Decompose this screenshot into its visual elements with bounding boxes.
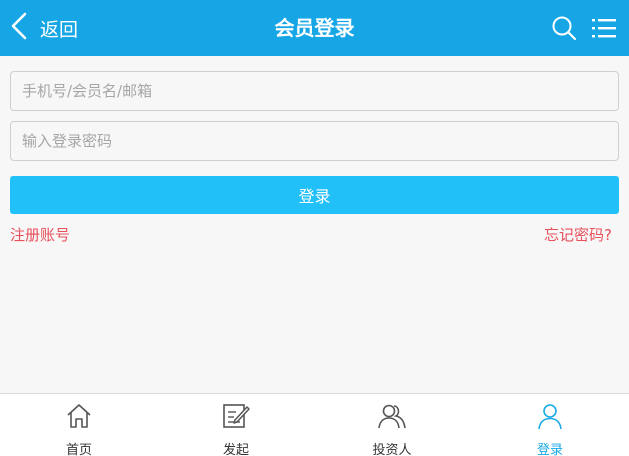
search-icon bbox=[551, 15, 577, 41]
account-input[interactable] bbox=[10, 71, 619, 111]
chevron-left-icon bbox=[8, 11, 30, 45]
tab-home[interactable]: 首页 bbox=[19, 394, 139, 456]
edit-icon bbox=[221, 394, 251, 435]
top-header: 返回 会员登录 bbox=[0, 0, 629, 56]
tab-label: 首页 bbox=[65, 443, 92, 456]
home-icon bbox=[64, 394, 94, 435]
forgot-password-link[interactable]: 忘记密码? bbox=[544, 224, 612, 245]
tab-create[interactable]: 发起 bbox=[176, 394, 296, 456]
bottom-tabbar: 首页 发起 投资人 登录 bbox=[0, 393, 629, 456]
page-title: 会员登录 bbox=[274, 16, 355, 40]
register-link[interactable]: 注册账号 bbox=[10, 224, 70, 245]
menu-button[interactable] bbox=[591, 15, 617, 41]
users-icon bbox=[377, 394, 407, 435]
user-icon bbox=[535, 394, 565, 435]
menu-list-icon bbox=[591, 15, 617, 41]
tab-login[interactable]: 登录 bbox=[490, 394, 610, 456]
tab-label: 登录 bbox=[536, 443, 563, 456]
tab-label: 投资人 bbox=[372, 443, 412, 456]
tab-label: 发起 bbox=[222, 443, 249, 456]
back-button[interactable]: 返回 bbox=[8, 8, 78, 48]
login-button[interactable]: 登录 bbox=[10, 176, 619, 214]
tab-investors[interactable]: 投资人 bbox=[332, 394, 452, 456]
search-button[interactable] bbox=[551, 15, 577, 41]
back-label: 返回 bbox=[40, 18, 79, 41]
password-input[interactable] bbox=[10, 121, 619, 161]
